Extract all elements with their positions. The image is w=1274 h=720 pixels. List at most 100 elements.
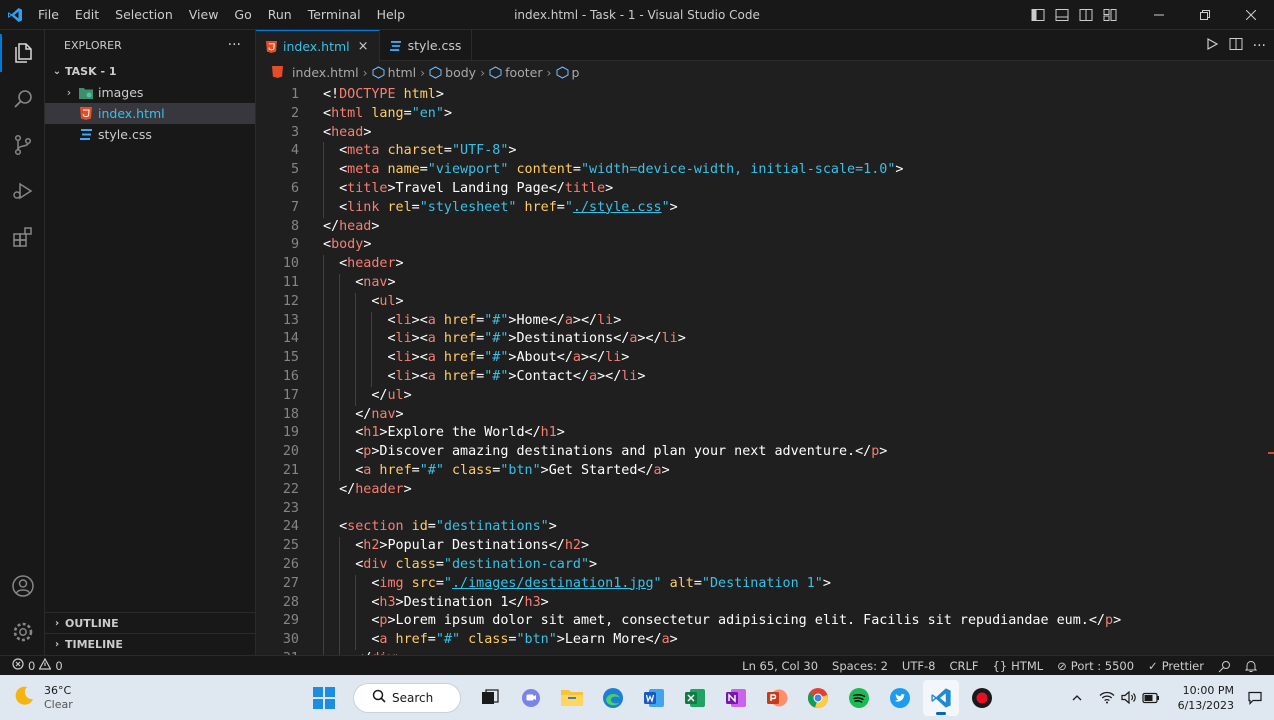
tree-item-style-css[interactable]: style.css <box>45 124 255 145</box>
code-line[interactable]: 12 <ul> <box>256 292 1266 312</box>
wifi-icon[interactable] <box>1096 691 1118 704</box>
vscode-taskbar-icon[interactable] <box>923 679 959 716</box>
indentation[interactable]: Spaces: 2 <box>825 659 895 673</box>
toggle-panel-icon[interactable] <box>1050 0 1074 30</box>
minimize-icon[interactable] <box>1136 0 1182 30</box>
code-line[interactable]: 28 <h3>Destination 1</h3> <box>256 593 1266 613</box>
manage-gear-icon[interactable] <box>0 609 45 655</box>
run-debug-icon[interactable] <box>0 168 45 214</box>
code-line[interactable]: 2 <html lang="en"> <box>256 105 1266 124</box>
close-window-icon[interactable] <box>1228 0 1274 30</box>
code-line[interactable]: 10 <header> <box>256 255 1266 274</box>
code-line[interactable]: 14 <li><a href="#">Destinations</a></li> <box>256 330 1266 350</box>
code-line[interactable]: 18 </nav> <box>256 405 1266 425</box>
menu-run[interactable]: Run <box>260 0 300 30</box>
toggle-primary-sidebar-icon[interactable] <box>1026 0 1050 30</box>
menu-help[interactable]: Help <box>369 0 414 30</box>
breadcrumb-body[interactable]: › body <box>416 65 476 80</box>
code-line[interactable]: 5 <meta name="viewport" content="width=de… <box>256 161 1266 180</box>
customize-layout-icon[interactable] <box>1098 0 1122 30</box>
code-line[interactable]: 8 </head> <box>256 218 1266 237</box>
file-explorer-icon[interactable] <box>554 680 590 716</box>
notifications-bell-icon[interactable] <box>1238 660 1264 673</box>
cursor-position[interactable]: Ln 65, Col 30 <box>735 659 825 673</box>
code-line[interactable]: 16 <li><a href="#">Contact</a></li> <box>256 368 1266 387</box>
volume-icon[interactable] <box>1118 691 1140 704</box>
code-line[interactable]: 1 <!DOCTYPE html> <box>256 86 1266 105</box>
breadcrumb-p[interactable]: › p <box>543 65 580 80</box>
tab-index-html[interactable]: index.html × <box>256 30 380 62</box>
toggle-secondary-sidebar-icon[interactable] <box>1074 0 1098 30</box>
code-line[interactable]: 4 <meta charset="UTF-8"> <box>256 142 1266 162</box>
menu-go[interactable]: Go <box>226 0 259 30</box>
breadcrumb-html[interactable]: › html <box>359 65 416 80</box>
code-line[interactable]: 24 <section id="destinations"> <box>256 518 1266 538</box>
code-line[interactable]: 30 <a href="#" class="btn">Learn More</a> <box>256 631 1266 650</box>
encoding[interactable]: UTF-8 <box>895 659 943 673</box>
breadcrumb-file[interactable]: index.html <box>272 65 359 80</box>
menu-view[interactable]: View <box>181 0 227 30</box>
notification-center-icon[interactable] <box>1244 691 1266 705</box>
code-line[interactable]: 29 <p>Lorem ipsum dolor sit amet, consect… <box>256 612 1266 632</box>
explorer-icon[interactable] <box>0 30 45 76</box>
taskbar-search[interactable]: Search <box>353 682 461 713</box>
powerpoint-icon[interactable] <box>759 680 795 716</box>
system-clock[interactable]: 10:00 PM 6/13/2023 <box>1178 683 1234 713</box>
menu-selection[interactable]: Selection <box>107 0 181 30</box>
chrome-icon[interactable] <box>800 680 836 716</box>
code-line[interactable]: 6 <title>Travel Landing Page</title> <box>256 180 1266 199</box>
screen-recorder-icon[interactable] <box>964 680 1000 716</box>
line-ending[interactable]: CRLF <box>942 659 985 673</box>
excel-icon[interactable] <box>677 680 713 716</box>
twitter-icon[interactable] <box>882 680 918 716</box>
restore-icon[interactable] <box>1182 0 1228 30</box>
prettier-status[interactable]: ✓ Prettier <box>1141 659 1211 673</box>
tree-item-images[interactable]: › images <box>45 82 255 103</box>
more-actions-icon[interactable]: ··· <box>1253 38 1266 54</box>
word-icon[interactable] <box>636 680 672 716</box>
problems-status[interactable]: 0 0 <box>0 657 63 673</box>
code-line[interactable]: 26 <div class="destination-card"> <box>256 556 1266 575</box>
code-line[interactable]: 17 </ul> <box>256 386 1266 406</box>
code-line[interactable]: 15 <li><a href="#">About</a></li> <box>256 349 1266 368</box>
source-control-icon[interactable] <box>0 122 45 168</box>
code-editor[interactable]: 1 <!DOCTYPE html> 2 <html lang="en"> 3 <head>… <box>256 83 1274 655</box>
menu-terminal[interactable]: Terminal <box>300 0 369 30</box>
windows-start-icon[interactable] <box>306 680 342 716</box>
menu-edit[interactable]: Edit <box>67 0 107 30</box>
tree-item-index-html[interactable]: index.html <box>45 103 255 124</box>
weather-widget[interactable]: 36°C Clear <box>12 675 73 720</box>
onenote-icon[interactable] <box>718 680 754 716</box>
menu-file[interactable]: File <box>30 0 67 30</box>
run-file-icon[interactable] <box>1205 37 1219 54</box>
live-server-port[interactable]: ⊘ Port : 5500 <box>1050 659 1141 673</box>
code-line[interactable]: 22 </header> <box>256 480 1266 500</box>
extensions-icon[interactable] <box>0 214 45 260</box>
split-editor-icon[interactable] <box>1229 37 1243 54</box>
feedback-icon[interactable] <box>1211 660 1238 673</box>
code-line[interactable]: 27 <img src="./images/destination1.jpg" a… <box>256 574 1266 594</box>
code-line[interactable]: 23 <box>256 499 1266 519</box>
account-icon[interactable] <box>0 563 45 609</box>
code-line[interactable]: 11 <nav> <box>256 274 1266 293</box>
search-icon[interactable] <box>0 76 45 122</box>
code-line[interactable]: 21 <a href="#" class="btn">Get Started</a… <box>256 462 1266 481</box>
code-line[interactable]: 13 <li><a href="#">Home</a></li> <box>256 311 1266 331</box>
show-hidden-icons-chevron-up-icon[interactable] <box>1066 694 1088 701</box>
code-line[interactable]: 19 <h1>Explore the World</h1> <box>256 424 1266 444</box>
timeline-section[interactable]: › TIMELINE <box>45 633 256 654</box>
spotify-icon[interactable] <box>841 680 877 716</box>
close-tab-icon[interactable]: × <box>358 39 369 54</box>
task-view-icon[interactable] <box>472 680 508 716</box>
outline-section[interactable]: › OUTLINE <box>45 612 256 633</box>
battery-icon[interactable] <box>1140 692 1162 704</box>
code-line[interactable]: 9 <body> <box>256 236 1266 255</box>
teams-chat-icon[interactable] <box>513 680 549 716</box>
tab-style-css[interactable]: style.css <box>380 30 473 61</box>
code-line[interactable]: 25 <h2>Popular Destinations</h2> <box>256 537 1266 556</box>
language-mode[interactable]: {} HTML <box>986 659 1051 673</box>
breadcrumb-footer[interactable]: › footer <box>476 65 542 80</box>
code-line[interactable]: 3 <head> <box>256 124 1266 143</box>
folder-header[interactable]: ⌄ TASK - 1 <box>45 60 255 82</box>
code-line[interactable]: 7 <link rel="stylesheet" href="./style.cs… <box>256 198 1266 218</box>
